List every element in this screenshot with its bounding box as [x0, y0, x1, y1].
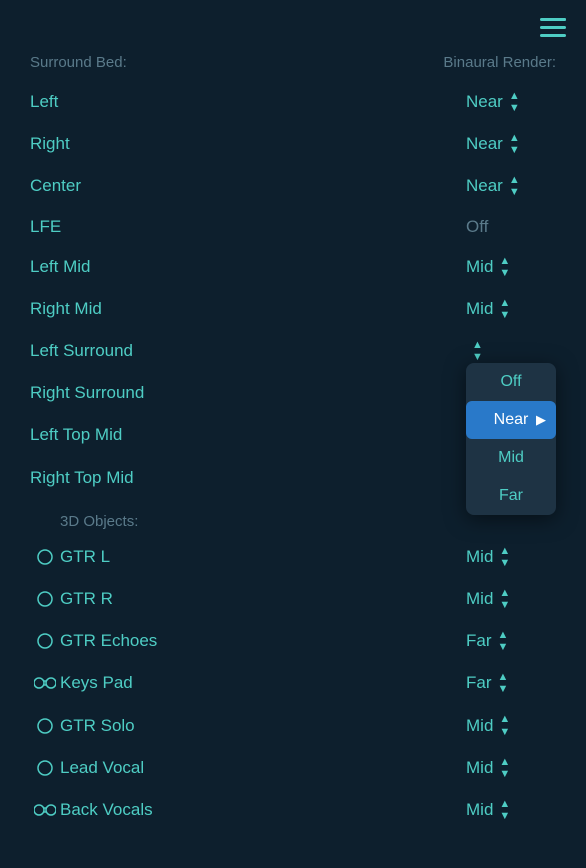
back-vocals-binaural: Mid [466, 800, 493, 820]
row-center: Center Near ▲▼ [30, 165, 556, 207]
row-lfe: LFE Off [30, 208, 556, 246]
keys-pad-value[interactable]: Far ▲▼ [466, 671, 556, 695]
gtr-r-value[interactable]: Mid ▲▼ [466, 587, 556, 611]
gtr-solo-binaural: Mid [466, 716, 493, 736]
left-label: Left [30, 92, 58, 112]
gtr-echoes-label: GTR Echoes [60, 631, 466, 651]
gtr-l-binaural: Mid [466, 547, 493, 567]
right-stepper[interactable]: ▲▼ [509, 132, 520, 156]
center-stepper[interactable]: ▲▼ [509, 174, 520, 198]
main-content: Surround Bed: Binaural Render: Left Near… [0, 54, 586, 831]
right-mid-label: Right Mid [30, 299, 102, 319]
binaural-render-label: Binaural Render: [443, 54, 556, 71]
right-label: Right [30, 134, 70, 154]
dropdown-menu: Off Near ▶ Mid Far [466, 363, 556, 515]
left-stepper[interactable]: ▲▼ [509, 90, 520, 114]
row-right-mid: Right Mid Mid ▲▼ [30, 288, 556, 330]
lead-vocal-binaural: Mid [466, 758, 493, 778]
left-mid-label: Left Mid [30, 257, 90, 277]
lead-vocal-value[interactable]: Mid ▲▼ [466, 756, 556, 780]
left-mid-binaural: Mid [466, 257, 493, 277]
dropdown-option-mid[interactable]: Mid [466, 439, 556, 477]
dropdown-option-off[interactable]: Off [466, 363, 556, 401]
menu-icon[interactable] [540, 18, 566, 44]
left-surround-stepper[interactable]: ▲▼ [472, 339, 483, 363]
row-left-surround: Left Surround ▲▼ Off Near ▶ Mid Far [30, 330, 556, 372]
section-header: Surround Bed: Binaural Render: [30, 54, 556, 71]
left-top-mid-label: Left Top Mid [30, 425, 122, 445]
gtr-solo-value[interactable]: Mid ▲▼ [466, 713, 556, 737]
gtr-solo-icon [30, 717, 60, 735]
right-top-mid-label: Right Top Mid [30, 468, 134, 488]
gtr-r-label: GTR R [60, 589, 466, 609]
center-value[interactable]: Near ▲▼ [466, 174, 556, 198]
gtr-echoes-icon [30, 632, 60, 650]
gtr-r-stepper[interactable]: ▲▼ [499, 587, 510, 611]
row-left: Left Near ▲▼ [30, 81, 556, 123]
gtr-r-binaural: Mid [466, 589, 493, 609]
gtr-l-label: GTR L [60, 547, 466, 567]
lfe-value[interactable]: Off [466, 217, 556, 237]
gtr-echoes-value[interactable]: Far ▲▼ [466, 629, 556, 653]
dropdown-option-near[interactable]: Near ▶ [466, 401, 556, 439]
back-vocals-value[interactable]: Mid ▲▼ [466, 798, 556, 822]
row-gtr-r: GTR R Mid ▲▼ [30, 578, 556, 620]
right-surround-label: Right Surround [30, 383, 144, 403]
gtr-l-stepper[interactable]: ▲▼ [499, 545, 510, 569]
row-back-vocals: Back Vocals Mid ▲▼ [30, 789, 556, 831]
left-value[interactable]: Near ▲▼ [466, 90, 556, 114]
row-left-mid: Left Mid Mid ▲▼ [30, 246, 556, 288]
row-lead-vocal: Lead Vocal Mid ▲▼ [30, 747, 556, 789]
left-binaural: Near [466, 92, 503, 112]
right-mid-binaural: Mid [466, 299, 493, 319]
left-surround-value[interactable]: ▲▼ Off Near ▶ Mid Far [466, 339, 556, 363]
lead-vocal-stepper[interactable]: ▲▼ [499, 756, 510, 780]
objects-section: 3D Objects: GTR L Mid ▲▼ GTR R Mid ▲▼ [30, 507, 556, 831]
row-keys-pad: Keys Pad Far ▲▼ [30, 662, 556, 704]
right-mid-stepper[interactable]: ▲▼ [499, 297, 510, 321]
gtr-echoes-stepper[interactable]: ▲▼ [498, 629, 509, 653]
binaural-dropdown[interactable]: Off Near ▶ Mid Far [466, 363, 556, 515]
left-surround-label: Left Surround [30, 341, 133, 361]
center-label: Center [30, 176, 81, 196]
left-mid-value[interactable]: Mid ▲▼ [466, 255, 556, 279]
keys-pad-binaural: Far [466, 673, 492, 693]
keys-pad-stepper[interactable]: ▲▼ [498, 671, 509, 695]
left-mid-stepper[interactable]: ▲▼ [499, 255, 510, 279]
row-gtr-solo: GTR Solo Mid ▲▼ [30, 704, 556, 746]
gtr-l-value[interactable]: Mid ▲▼ [466, 545, 556, 569]
gtr-solo-stepper[interactable]: ▲▼ [499, 713, 510, 737]
lfe-label: LFE [30, 217, 61, 237]
lfe-binaural: Off [466, 217, 488, 237]
back-vocals-label: Back Vocals [60, 800, 466, 820]
row-right: Right Near ▲▼ [30, 123, 556, 165]
row-gtr-l: GTR L Mid ▲▼ [30, 536, 556, 578]
dropdown-option-far[interactable]: Far [466, 477, 556, 515]
keys-pad-icon [30, 676, 60, 690]
back-vocals-stepper[interactable]: ▲▼ [499, 798, 510, 822]
keys-pad-label: Keys Pad [60, 673, 466, 693]
center-binaural: Near [466, 176, 503, 196]
row-gtr-echoes: GTR Echoes Far ▲▼ [30, 620, 556, 662]
right-value[interactable]: Near ▲▼ [466, 132, 556, 156]
lead-vocal-label: Lead Vocal [60, 758, 466, 778]
back-vocals-icon [30, 803, 60, 817]
gtr-r-icon [30, 590, 60, 608]
lead-vocal-icon [30, 759, 60, 777]
gtr-l-icon [30, 548, 60, 566]
surround-bed-label: Surround Bed: [30, 54, 127, 71]
gtr-echoes-binaural: Far [466, 631, 492, 651]
header [0, 0, 586, 54]
right-binaural: Near [466, 134, 503, 154]
right-mid-value[interactable]: Mid ▲▼ [466, 297, 556, 321]
gtr-solo-label: GTR Solo [60, 716, 466, 736]
